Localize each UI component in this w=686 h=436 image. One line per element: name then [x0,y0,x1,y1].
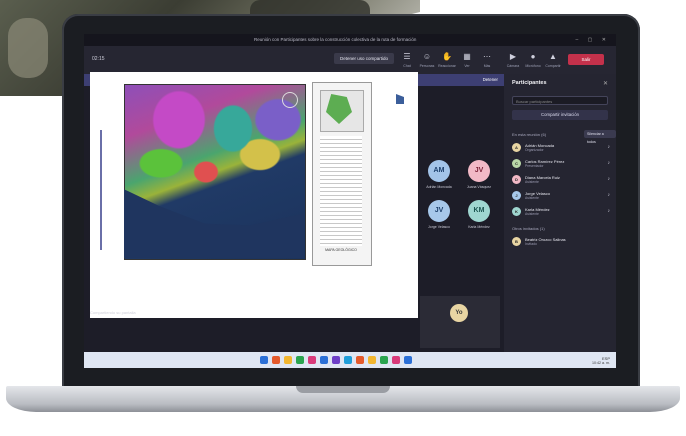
tile-avatar-1[interactable]: AM [428,160,450,182]
panel-title: Participantes [512,80,547,86]
os-taskbar: ESP 10:42 a. m. [84,352,616,368]
tile-avatar-4[interactable]: KM [468,200,490,222]
tile-label-2: Juana Vásquez [466,185,492,189]
avatar: J [512,191,521,200]
taskbar-app-icon[interactable] [344,356,352,364]
participant-row[interactable]: K Karla Méndez Asistente ♪ [512,206,612,218]
window-title: Reunión con Participantes sobre la const… [254,37,417,42]
meeting-toolbar: 02:15 Detener uso compartido ☰ ☺ ✋ ▦ ⋯ ▶… [84,46,616,74]
taskbar-app-icon[interactable] [332,356,340,364]
microphone-icon: ♪ [607,144,611,150]
microphone-icon: ♪ [607,176,611,182]
taskbar-app-icon[interactable] [392,356,400,364]
tile-label-3: Jorge Velasco [428,225,450,229]
camera-icon[interactable]: ▶ [508,52,518,62]
window-controls[interactable]: – ▢ ✕ [576,37,610,43]
microphone-icon: ♪ [607,208,611,214]
taskbar-app-icon[interactable] [320,356,328,364]
chat-icon[interactable]: ☰ [402,52,412,62]
taskbar-app-icon[interactable] [356,356,364,364]
legend-caption: MAPA GEOLÓGICO [325,248,357,252]
invited-row[interactable]: B Beatriz Orozco Salinas Invitado [512,236,612,248]
toolbar-label-mic: Micrófono [525,64,541,68]
stop-sharing-button[interactable]: Detener uso compartido [334,53,395,64]
presenter-tag: Compartiendo su pantalla [90,310,136,315]
meeting-timer: 02:15 [92,56,105,62]
close-icon[interactable]: ✕ [603,80,608,87]
avatar: D [512,175,521,184]
taskbar-app-icon[interactable] [272,356,280,364]
participant-role: Asistente [525,212,539,216]
laptop-screen: Reunión con Participantes sobre la const… [84,34,616,368]
participant-role: Organizador [525,148,544,152]
taskbar-clock[interactable]: 10:42 a. m. [592,361,610,365]
laptop-notch [296,386,390,393]
legend-entries [320,136,362,246]
teams-taskbar-icon[interactable] [404,356,412,364]
participant-row[interactable]: C Carlos Ramírez Pérez Presentador ♪ [512,158,612,170]
start-icon[interactable] [260,356,268,364]
toolbar-label-people: Personas [419,64,435,68]
microphone-icon: ♪ [607,192,611,198]
map-scale-bar [100,130,102,250]
microphone-icon: ♪ [607,160,611,166]
participant-role: Asistente [525,196,539,200]
participant-row[interactable]: J Jorge Velasco Asistente ♪ [512,190,612,202]
more-icon[interactable]: ⋯ [482,52,492,62]
in-meeting-header[interactable]: En esta reunión (6) [512,132,546,137]
taskbar-app-icon[interactable] [296,356,304,364]
react-icon[interactable]: ✋ [442,52,452,62]
avatar: B [512,237,521,246]
others-header[interactable]: Otros invitados (1) [512,226,545,231]
toolbar-label-chat: Chat [403,64,411,68]
self-avatar: Yo [450,304,468,322]
search-input[interactable]: Buscar participantes [512,96,608,105]
participant-role: Asistente [525,180,539,184]
tile-avatar-3[interactable]: JV [428,200,450,222]
microphone-icon[interactable]: ● [528,52,538,62]
window-titlebar: Reunión con Participantes sobre la const… [84,34,616,46]
taskbar-app-icon[interactable] [368,356,376,364]
mute-all-button[interactable]: Silenciar a todos [584,130,616,144]
toolbar-label-react: Reaccionar [438,64,456,68]
tile-label-4: Karla Méndez [468,225,490,229]
view-icon[interactable]: ▦ [462,52,472,62]
banner-stop-button[interactable]: Detener [483,77,498,82]
background-photo-detail [8,18,48,78]
avatar: A [512,143,521,152]
participant-role: Invitado [525,242,537,246]
people-icon[interactable]: ☺ [422,52,432,62]
avatar: K [512,207,521,216]
tile-label-1: Adrián Moncada [426,185,452,189]
participants-panel: Participantes ✕ Buscar participantes Com… [504,74,616,352]
avatar: C [512,159,521,168]
toolbar-label-view: Ver [464,64,470,68]
leave-button[interactable]: Salir [568,54,604,65]
compass-icon [282,92,298,108]
share-icon[interactable]: ▲ [548,52,558,62]
toolbar-label-more: Más [483,64,491,68]
toolbar-label-share: Compartir [545,64,561,68]
participant-role: Presentador [525,164,544,168]
share-invite-button[interactable]: Compartir invitación [512,110,608,120]
toolbar-label-camera: Cámara [506,64,520,68]
taskbar-app-icon[interactable] [284,356,292,364]
taskbar-app-icon[interactable] [380,356,388,364]
participant-row[interactable]: D Diana Marcela Ruiz Asistente ♪ [512,174,612,186]
tile-avatar-2[interactable]: JV [468,160,490,182]
taskbar-app-icon[interactable] [308,356,316,364]
participant-row[interactable]: A Adrián Moncada Organizador ♪ [512,142,612,154]
